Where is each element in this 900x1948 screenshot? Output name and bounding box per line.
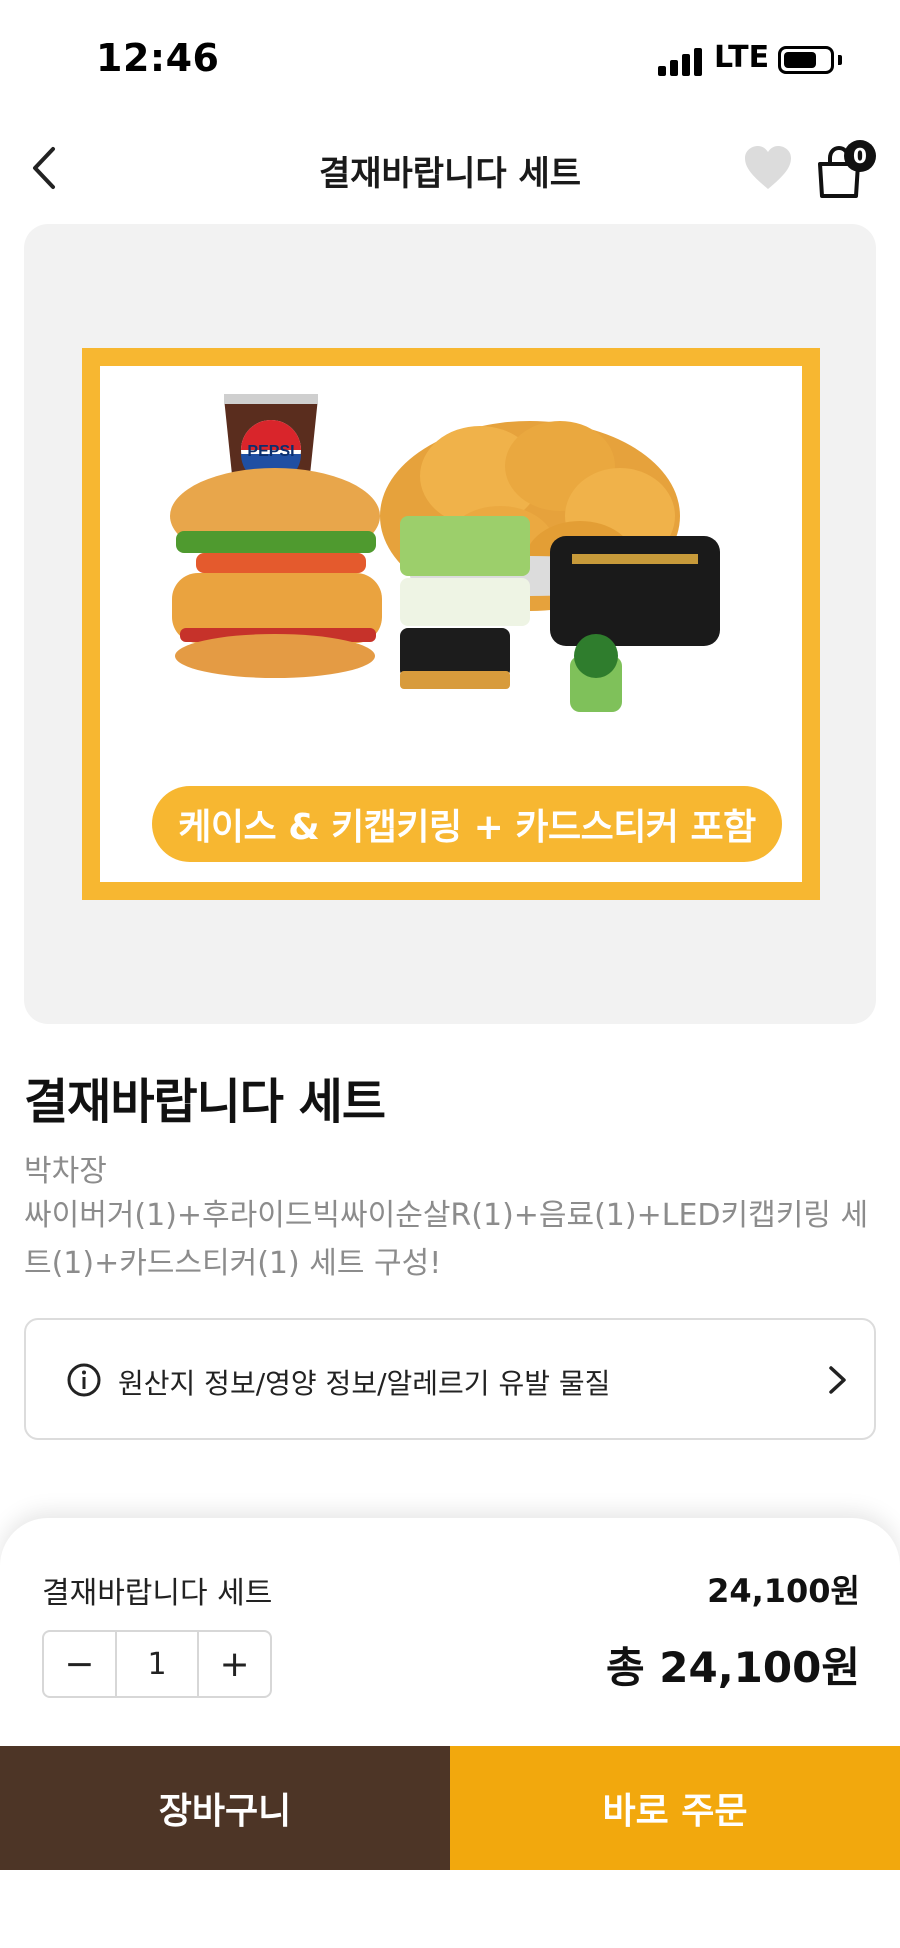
battery-tip bbox=[838, 55, 842, 65]
battery-icon bbox=[778, 46, 834, 74]
decrease-quantity-button[interactable]: − bbox=[44, 1632, 115, 1696]
product-photo: PEPSI bbox=[170, 394, 720, 712]
cart-count-badge: 0 bbox=[844, 140, 876, 172]
nutrition-info-label: 원산지 정보/영양 정보/알레르기 유발 물질 bbox=[118, 1367, 611, 1400]
total-price: 총 24,100원 bbox=[606, 1643, 860, 1692]
product-image-card: PEPSI 케이스 & 키캡키링 + 카드스티커 포함 bbox=[24, 224, 876, 1024]
signal-icon bbox=[658, 46, 704, 76]
network-label: LTE bbox=[714, 40, 770, 75]
action-bar: 장바구니 바로 주문 bbox=[0, 1746, 900, 1870]
sheet-item-name: 결재바랍니다 세트 bbox=[42, 1576, 273, 1611]
nutrition-info-link[interactable]: 원산지 정보/영양 정보/알레르기 유발 물질 bbox=[24, 1318, 876, 1440]
status-bar: 12:46 LTE bbox=[0, 0, 900, 120]
status-time: 12:46 bbox=[96, 36, 220, 80]
order-sheet: 결재바랍니다 세트 24,100원 − 1 + 총 24,100원 bbox=[0, 1518, 900, 1948]
info-icon bbox=[67, 1363, 101, 1397]
quantity-value: 1 bbox=[114, 1632, 200, 1696]
quantity-stepper: − 1 + bbox=[42, 1630, 272, 1698]
cart-button[interactable]: 0 bbox=[810, 134, 876, 200]
order-now-button[interactable]: 바로 주문 bbox=[450, 1746, 900, 1870]
sheet-item-price: 24,100원 bbox=[707, 1572, 860, 1610]
product-name: 결재바랍니다 세트 bbox=[24, 1074, 386, 1130]
heart-icon bbox=[745, 146, 791, 189]
increase-quantity-button[interactable]: + bbox=[199, 1632, 270, 1696]
header: 결재바랍니다 세트 0 bbox=[0, 120, 900, 220]
favorite-button[interactable] bbox=[740, 140, 796, 196]
add-to-cart-button[interactable]: 장바구니 bbox=[0, 1746, 450, 1870]
promo-banner: PEPSI 케이스 & 키캡키링 + 카드스티커 포함 bbox=[82, 348, 820, 900]
drink-label: PEPSI bbox=[247, 443, 294, 460]
promo-banner-text: 케이스 & 키캡키링 + 카드스티커 포함 bbox=[152, 786, 782, 862]
chevron-right-icon bbox=[829, 1366, 846, 1394]
product-description: 싸이버거(1)+후라이드빅싸이순살R(1)+음료(1)+LED키캡키링 세트(1… bbox=[24, 1198, 869, 1281]
product-subtitle: 박차장 bbox=[24, 1154, 107, 1189]
